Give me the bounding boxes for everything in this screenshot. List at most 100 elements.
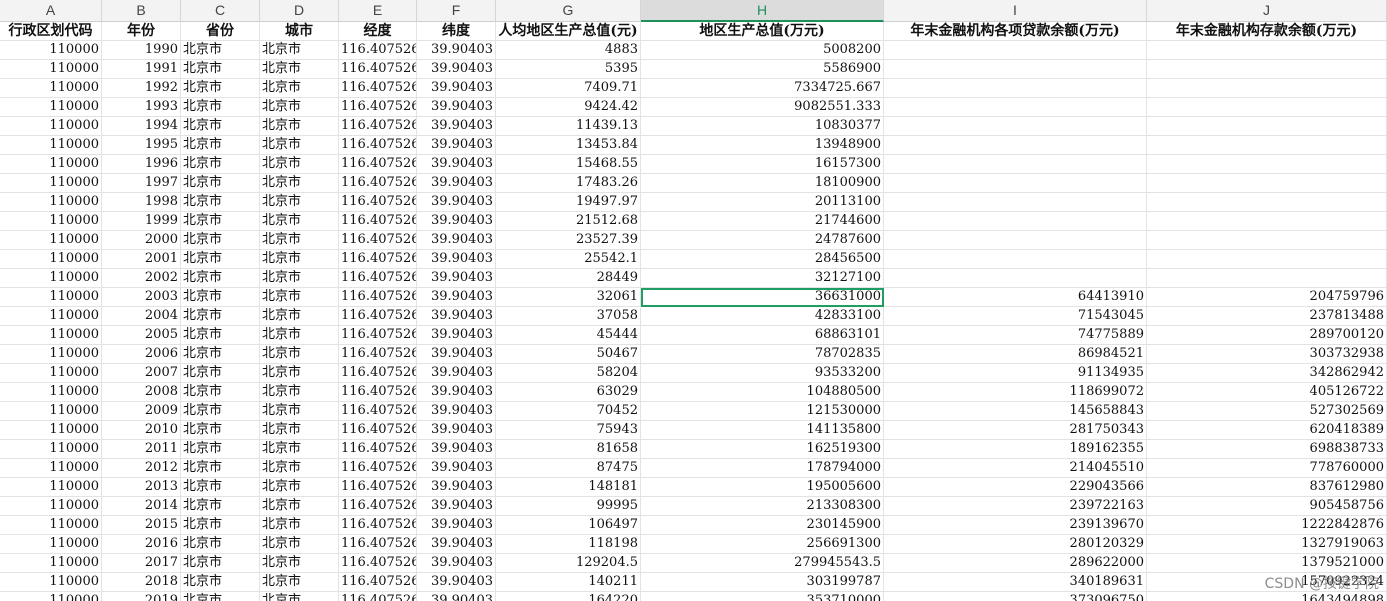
- column-header-a[interactable]: A: [0, 0, 102, 22]
- table-cell[interactable]: 39.90403: [417, 573, 496, 592]
- table-cell[interactable]: 北京市: [181, 535, 260, 554]
- table-cell[interactable]: 32061: [496, 288, 641, 307]
- table-cell[interactable]: 北京市: [260, 193, 339, 212]
- table-cell[interactable]: 39.90403: [417, 41, 496, 60]
- table-cell[interactable]: 北京市: [181, 193, 260, 212]
- table-cell[interactable]: 北京市: [260, 535, 339, 554]
- table-cell[interactable]: 87475: [496, 459, 641, 478]
- table-cell[interactable]: 110000: [0, 421, 102, 440]
- table-cell[interactable]: 116.407526: [339, 592, 417, 601]
- table-cell[interactable]: 39.90403: [417, 136, 496, 155]
- table-cell[interactable]: 110000: [0, 326, 102, 345]
- table-cell[interactable]: 24787600: [641, 231, 884, 250]
- table-cell[interactable]: 39.90403: [417, 535, 496, 554]
- header-cell[interactable]: 地区生产总值(万元): [641, 22, 884, 41]
- table-cell[interactable]: 110000: [0, 440, 102, 459]
- table-cell[interactable]: 110000: [0, 383, 102, 402]
- table-cell[interactable]: [884, 155, 1147, 174]
- table-cell[interactable]: 110000: [0, 307, 102, 326]
- table-cell[interactable]: 北京市: [181, 174, 260, 193]
- table-cell[interactable]: 北京市: [260, 155, 339, 174]
- table-cell[interactable]: 141135800: [641, 421, 884, 440]
- table-cell[interactable]: 17483.26: [496, 174, 641, 193]
- header-cell[interactable]: 年份: [102, 22, 181, 41]
- table-cell[interactable]: 北京市: [260, 60, 339, 79]
- table-cell[interactable]: 698838733: [1147, 440, 1387, 459]
- table-cell[interactable]: 北京市: [260, 174, 339, 193]
- table-cell[interactable]: 1995: [102, 136, 181, 155]
- table-cell[interactable]: 110000: [0, 573, 102, 592]
- table-cell[interactable]: 北京市: [260, 326, 339, 345]
- table-cell[interactable]: 北京市: [260, 307, 339, 326]
- table-cell[interactable]: [884, 79, 1147, 98]
- table-cell[interactable]: 2014: [102, 497, 181, 516]
- table-cell[interactable]: 21512.68: [496, 212, 641, 231]
- table-cell[interactable]: 北京市: [260, 269, 339, 288]
- column-header-b[interactable]: B: [102, 0, 181, 22]
- table-cell[interactable]: 北京市: [181, 231, 260, 250]
- table-cell[interactable]: 北京市: [260, 573, 339, 592]
- table-cell[interactable]: 405126722: [1147, 383, 1387, 402]
- table-cell[interactable]: 86984521: [884, 345, 1147, 364]
- table-cell[interactable]: 527302569: [1147, 402, 1387, 421]
- table-cell[interactable]: 121530000: [641, 402, 884, 421]
- table-cell[interactable]: 1992: [102, 79, 181, 98]
- table-cell[interactable]: 239722163: [884, 497, 1147, 516]
- table-cell[interactable]: 116.407526: [339, 250, 417, 269]
- table-cell[interactable]: 110000: [0, 345, 102, 364]
- table-cell[interactable]: 北京市: [260, 136, 339, 155]
- table-cell[interactable]: [884, 193, 1147, 212]
- table-cell[interactable]: 39.90403: [417, 174, 496, 193]
- table-cell[interactable]: 2011: [102, 440, 181, 459]
- table-cell[interactable]: 1379521000: [1147, 554, 1387, 573]
- table-cell[interactable]: 2006: [102, 345, 181, 364]
- table-cell[interactable]: [1147, 79, 1387, 98]
- table-cell[interactable]: 北京市: [181, 516, 260, 535]
- table-cell[interactable]: 116.407526: [339, 41, 417, 60]
- table-cell[interactable]: 116.407526: [339, 402, 417, 421]
- table-cell[interactable]: 110000: [0, 592, 102, 601]
- table-cell[interactable]: 340189631: [884, 573, 1147, 592]
- table-cell[interactable]: 2009: [102, 402, 181, 421]
- table-cell[interactable]: 39.90403: [417, 155, 496, 174]
- header-cell[interactable]: 城市: [260, 22, 339, 41]
- table-cell[interactable]: 39.90403: [417, 307, 496, 326]
- table-cell[interactable]: 116.407526: [339, 345, 417, 364]
- table-cell[interactable]: 104880500: [641, 383, 884, 402]
- table-cell[interactable]: [1147, 136, 1387, 155]
- table-cell[interactable]: 19497.97: [496, 193, 641, 212]
- table-cell[interactable]: 1994: [102, 117, 181, 136]
- table-cell[interactable]: 116.407526: [339, 79, 417, 98]
- table-cell[interactable]: 5586900: [641, 60, 884, 79]
- table-cell[interactable]: 1222842876: [1147, 516, 1387, 535]
- table-cell[interactable]: 39.90403: [417, 60, 496, 79]
- table-cell[interactable]: 93533200: [641, 364, 884, 383]
- table-cell[interactable]: 39.90403: [417, 117, 496, 136]
- header-cell[interactable]: 人均地区生产总值(元): [496, 22, 641, 41]
- column-header-h[interactable]: H: [641, 0, 884, 22]
- table-cell[interactable]: 北京市: [260, 497, 339, 516]
- table-cell[interactable]: 39.90403: [417, 516, 496, 535]
- table-cell[interactable]: 2013: [102, 478, 181, 497]
- table-cell[interactable]: [1147, 250, 1387, 269]
- table-cell[interactable]: 303732938: [1147, 345, 1387, 364]
- table-cell[interactable]: 1996: [102, 155, 181, 174]
- table-cell[interactable]: 1990: [102, 41, 181, 60]
- table-cell[interactable]: 116.407526: [339, 554, 417, 573]
- table-cell[interactable]: 北京市: [181, 79, 260, 98]
- table-cell[interactable]: 北京市: [260, 383, 339, 402]
- table-cell[interactable]: 116.407526: [339, 212, 417, 231]
- table-cell[interactable]: 162519300: [641, 440, 884, 459]
- table-cell[interactable]: 北京市: [181, 459, 260, 478]
- table-cell[interactable]: 68863101: [641, 326, 884, 345]
- table-cell[interactable]: 110000: [0, 231, 102, 250]
- table-cell[interactable]: 北京市: [181, 573, 260, 592]
- table-cell[interactable]: 20113100: [641, 193, 884, 212]
- table-cell[interactable]: 99995: [496, 497, 641, 516]
- table-cell[interactable]: 21744600: [641, 212, 884, 231]
- table-cell[interactable]: 北京市: [260, 117, 339, 136]
- table-cell[interactable]: 北京市: [181, 478, 260, 497]
- column-header-c[interactable]: C: [181, 0, 260, 22]
- table-cell[interactable]: 北京市: [181, 592, 260, 601]
- table-cell[interactable]: [1147, 98, 1387, 117]
